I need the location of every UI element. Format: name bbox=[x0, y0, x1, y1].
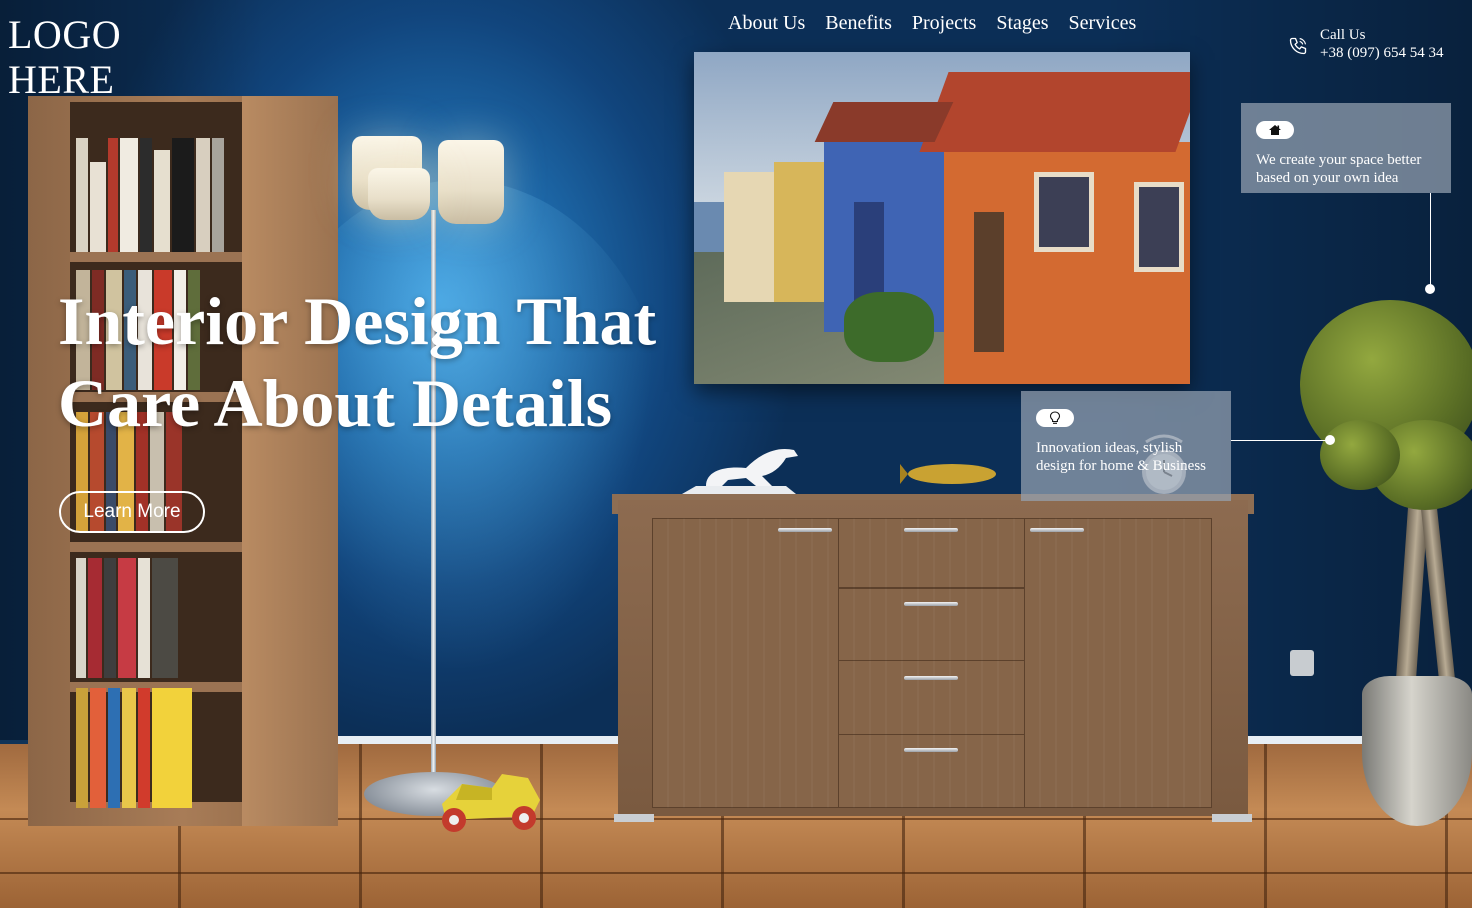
nav-projects[interactable]: Projects bbox=[902, 10, 986, 36]
learn-more-button[interactable]: Learn More bbox=[59, 491, 205, 533]
white-horse-figurine bbox=[682, 448, 798, 494]
hotspot-dot[interactable] bbox=[1325, 435, 1335, 445]
logo-line-2: HERE bbox=[8, 57, 115, 102]
lightbulb-icon bbox=[1049, 411, 1061, 424]
sideboard-dresser bbox=[618, 500, 1248, 816]
wall-outlet bbox=[1290, 650, 1314, 676]
info-card-innovation: Innovation ideas, stylish design for hom… bbox=[1021, 391, 1231, 501]
nav-about-us[interactable]: About Us bbox=[718, 10, 815, 36]
call-us-contact[interactable]: Call Us +38 (097) 654 54 34 bbox=[1288, 26, 1443, 62]
hero-title: Interior Design That Care About Details bbox=[58, 280, 718, 444]
house-icon bbox=[1269, 125, 1281, 135]
info-card-text: We create your space better based on you… bbox=[1256, 152, 1422, 186]
logo-line-1: LOGO bbox=[8, 12, 122, 57]
nav-stages[interactable]: Stages bbox=[986, 10, 1058, 36]
connector-line bbox=[1430, 193, 1431, 287]
logo[interactable]: LOGO HERE bbox=[8, 12, 121, 102]
golden-fish-ornament bbox=[900, 464, 996, 484]
main-navigation: About Us Benefits Projects Stages Servic… bbox=[718, 10, 1146, 36]
nav-services[interactable]: Services bbox=[1059, 10, 1147, 36]
hero-title-line-2: Care About Details bbox=[58, 365, 613, 441]
nav-benefits[interactable]: Benefits bbox=[815, 10, 902, 36]
info-card-space: We create your space better based on you… bbox=[1241, 103, 1451, 193]
wall-painting bbox=[694, 52, 1190, 384]
call-us-label: Call Us bbox=[1320, 27, 1366, 43]
phone-number: +38 (097) 654 54 34 bbox=[1320, 45, 1444, 61]
hotspot-dot[interactable] bbox=[1425, 284, 1435, 294]
connector-line bbox=[1231, 440, 1327, 441]
hero-title-line-1: Interior Design That bbox=[58, 283, 657, 359]
plant-pot bbox=[1362, 676, 1472, 826]
bookshelf bbox=[28, 96, 338, 826]
phone-icon bbox=[1289, 37, 1307, 55]
info-card-text: Innovation ideas, stylish design for hom… bbox=[1036, 440, 1206, 474]
toy-car bbox=[442, 774, 540, 832]
